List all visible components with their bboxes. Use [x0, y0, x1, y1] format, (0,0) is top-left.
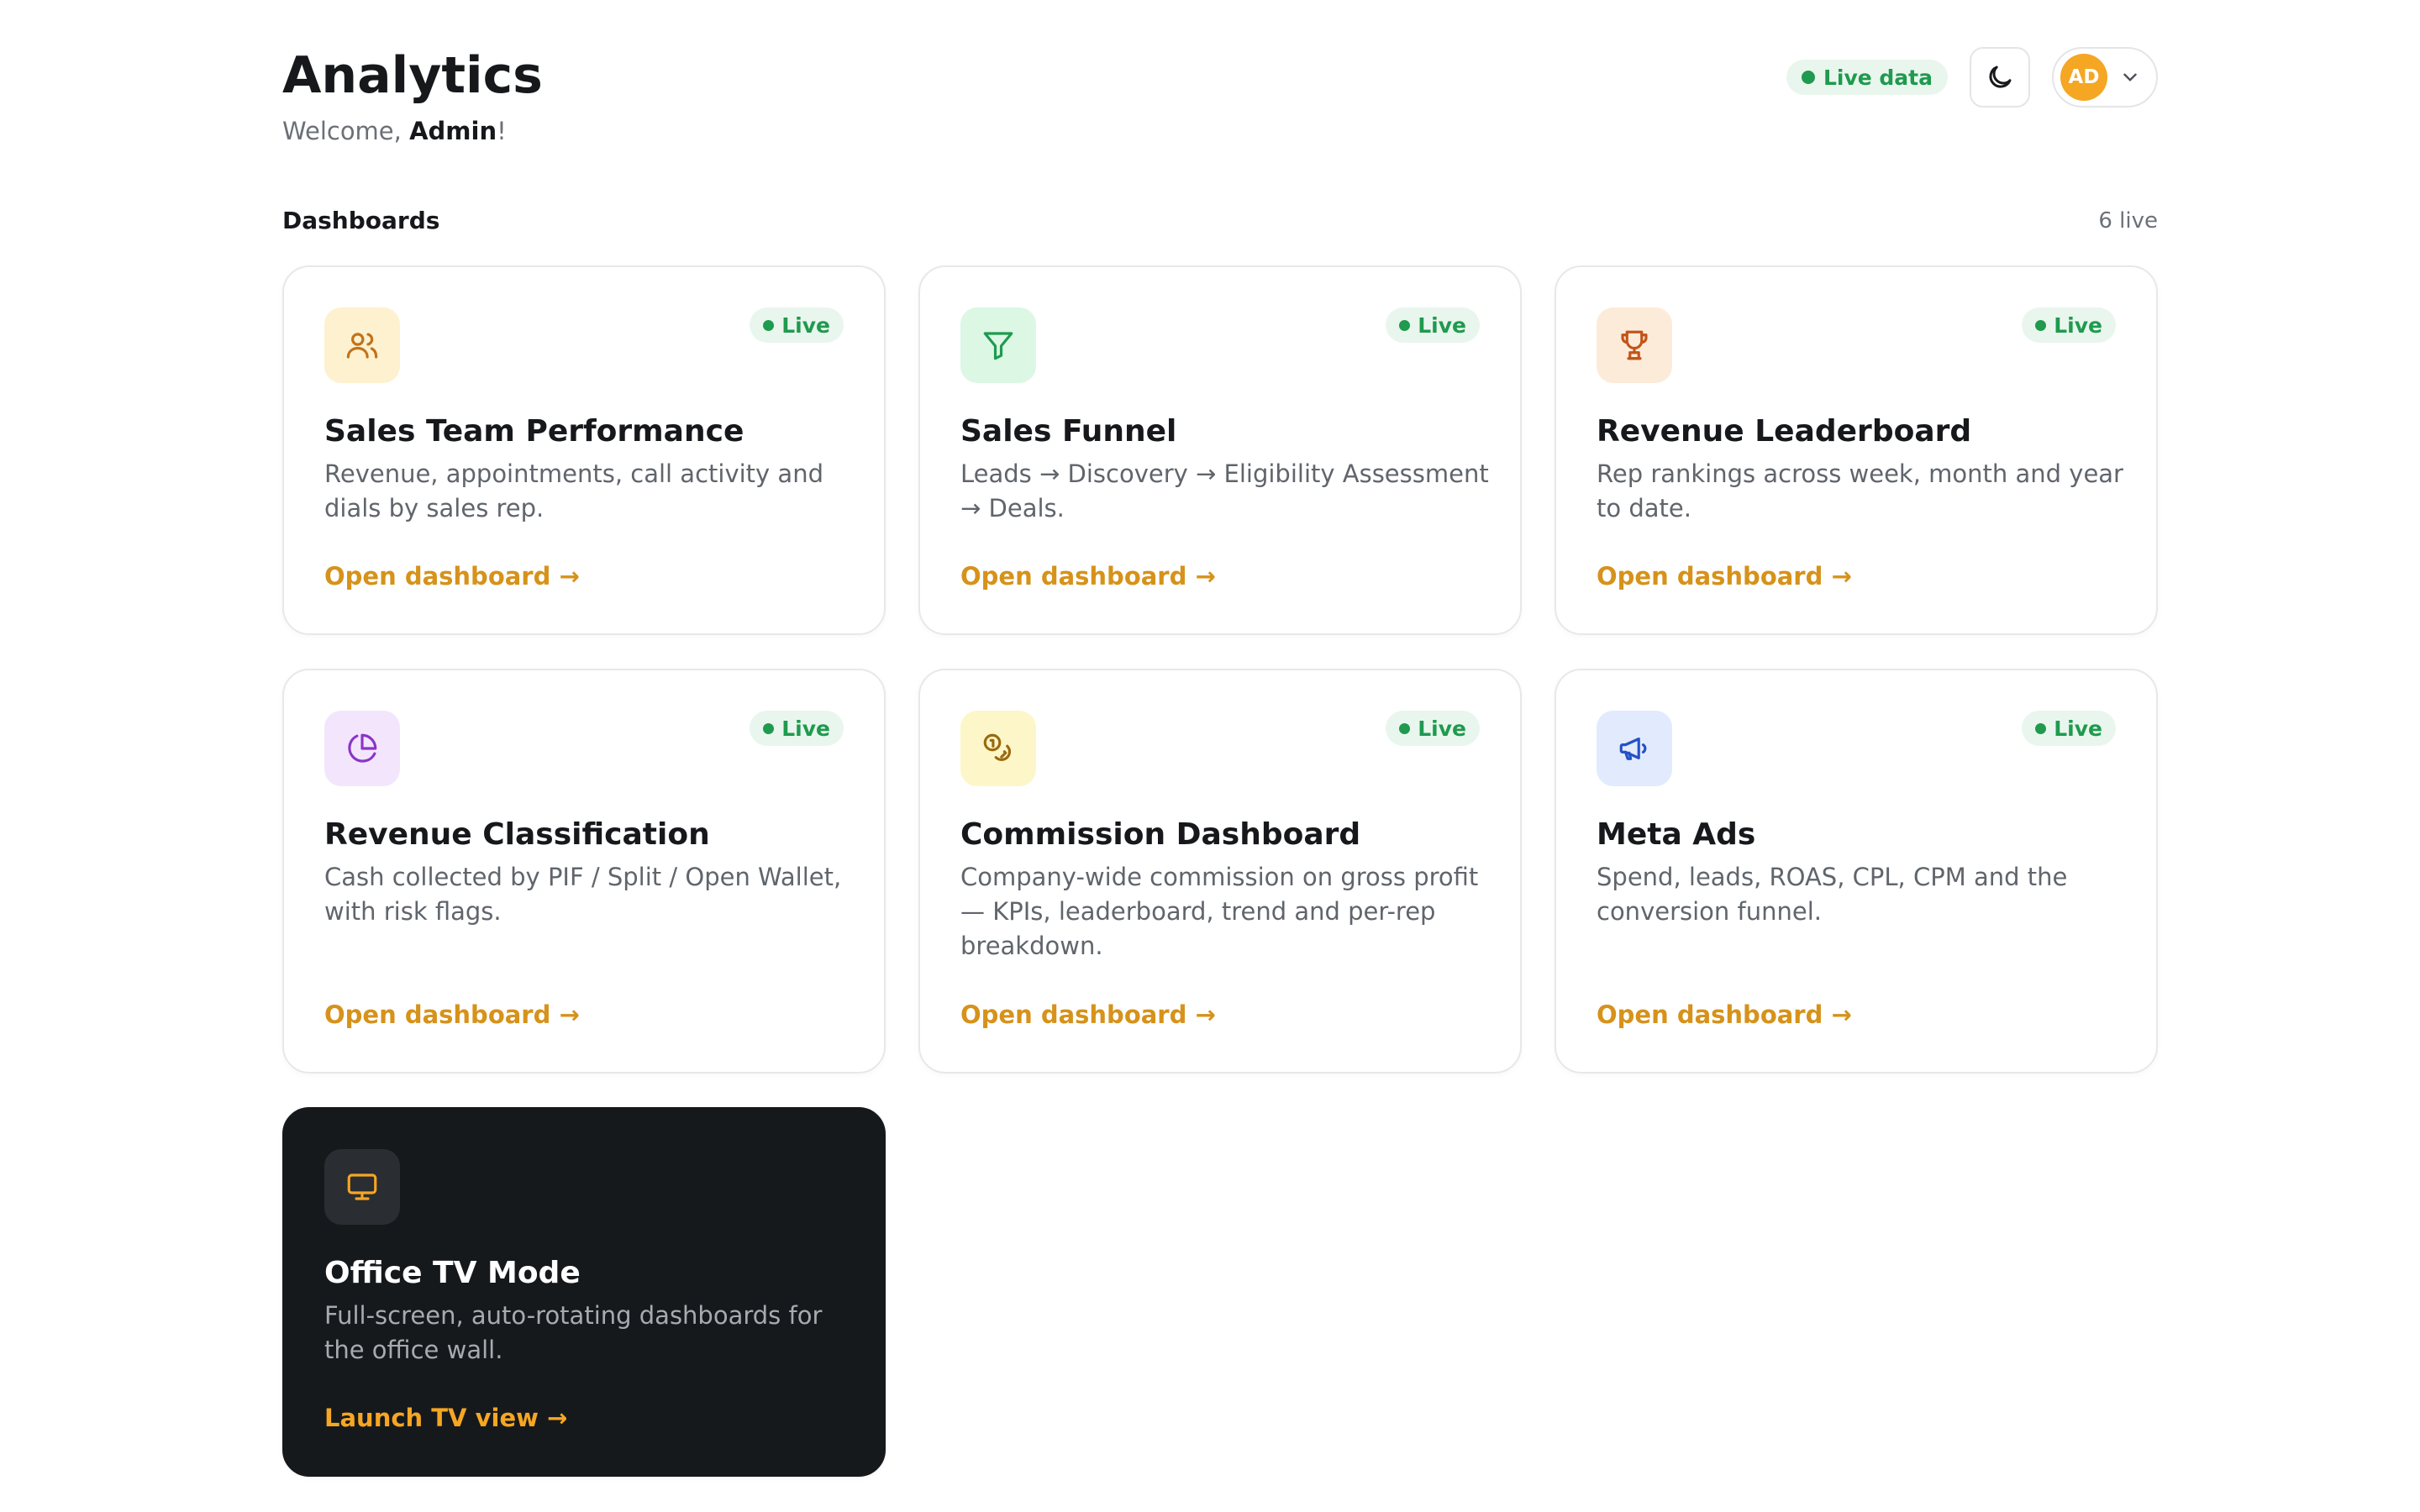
live-badge-label: Live [1418, 312, 1466, 338]
dashboard-card-revenue-leaderboard[interactable]: Live Revenue Leaderboard Rep rankings ac… [1555, 265, 2158, 635]
live-dot-icon [1801, 71, 1815, 84]
card-description: Spend, leads, ROAS, CPL, CPM and the con… [1597, 863, 2068, 926]
coins-icon [983, 733, 1012, 762]
live-badge: Live [2022, 307, 2116, 343]
card-icon-tile [960, 307, 1036, 383]
card-icon-tile [324, 1149, 400, 1225]
card-title: Meta Ads [1597, 817, 1756, 852]
page-title: Analytics [282, 46, 543, 105]
live-data-label: Live data [1823, 65, 1933, 90]
live-badge-label: Live [2054, 312, 2102, 338]
users-icon [346, 333, 378, 359]
live-badge: Live [2022, 711, 2116, 746]
welcome-prefix: Welcome, [282, 117, 410, 145]
header-actions: Live data AD [1786, 47, 2158, 108]
welcome-suffix: ! [497, 117, 507, 145]
card-description: Leads → Discovery → Eligibility Assessme… [960, 459, 1489, 522]
card-description: Cash collected by PIF / Split / Open Wal… [324, 863, 842, 926]
card-icon-tile [1597, 711, 1672, 786]
dashboard-card-meta-ads[interactable]: Live Meta Ads Spend, leads, ROAS, CPL, C… [1555, 669, 2158, 1074]
card-icon-tile [324, 307, 400, 383]
open-dashboard-link[interactable]: Open dashboard → [1597, 559, 1852, 593]
live-badge-label: Live [2054, 716, 2102, 741]
card-icon-tile [324, 711, 400, 786]
launch-tv-view-link[interactable]: Launch TV view → [324, 1401, 567, 1435]
live-badge-label: Live [781, 716, 830, 741]
dashboard-card-sales-funnel[interactable]: Live Sales Funnel Leads → Discovery → El… [918, 265, 1522, 635]
dashboards-section-header: Dashboards 6 live [282, 204, 2158, 238]
dashboard-card-commission-dashboard[interactable]: Live Commission Dashboard Company-wide c… [918, 669, 1522, 1074]
card-title: Office TV Mode [324, 1256, 581, 1290]
card-title: Commission Dashboard [960, 817, 1361, 852]
live-badge: Live [750, 711, 844, 746]
welcome-text: Welcome, Admin! [282, 114, 507, 148]
live-badge: Live [750, 307, 844, 343]
live-dot-icon [2035, 319, 2047, 331]
live-badge-label: Live [781, 312, 830, 338]
live-dot-icon [1399, 722, 1411, 734]
user-menu-button[interactable]: AD [2052, 47, 2158, 108]
card-description: Revenue, appointments, call activity and… [324, 459, 823, 522]
avatar: AD [2060, 54, 2107, 101]
main-container: Analytics Welcome, Admin! Live data AD D… [282, 0, 2158, 1477]
live-badge: Live [1386, 711, 1480, 746]
funnel-icon [983, 332, 1013, 360]
trophy-icon [1621, 330, 1648, 360]
card-title: Sales Funnel [960, 414, 1177, 449]
theme-toggle-button[interactable] [1970, 47, 2030, 108]
pie-chart-icon [348, 733, 377, 763]
welcome-user-name: Admin [409, 117, 497, 145]
card-title: Sales Team Performance [324, 414, 744, 449]
card-description: Rep rankings across week, month and year… [1597, 459, 2123, 522]
live-dot-icon [1399, 319, 1411, 331]
live-dot-icon [763, 722, 775, 734]
live-dot-icon [763, 319, 775, 331]
section-title: Dashboards [282, 207, 440, 234]
open-dashboard-link[interactable]: Open dashboard → [960, 559, 1216, 593]
monitor-icon [347, 1173, 377, 1200]
live-data-badge: Live data [1786, 60, 1948, 95]
card-icon-tile [1597, 307, 1672, 383]
page-header: Analytics Welcome, Admin! Live data AD [282, 0, 2158, 193]
analytics-page: Analytics Welcome, Admin! Live data AD D… [0, 0, 2420, 1512]
live-dot-icon [2035, 722, 2047, 734]
dashboard-card-revenue-classification[interactable]: Live Revenue Classification Cash collect… [282, 669, 886, 1074]
dashboard-card-sales-team-performance[interactable]: Live Sales Team Performance Revenue, app… [282, 265, 886, 635]
card-description: Full-screen, auto-rotating dashboards fo… [324, 1301, 823, 1364]
open-dashboard-link[interactable]: Open dashboard → [324, 998, 580, 1032]
open-dashboard-link[interactable]: Open dashboard → [960, 998, 1216, 1032]
dashboard-card-office-tv-mode[interactable]: Office TV Mode Full-screen, auto-rotatin… [282, 1107, 886, 1477]
chevron-down-icon [2123, 73, 2137, 81]
card-description: Company-wide commission on gross profit … [960, 863, 1479, 960]
card-icon-tile [960, 711, 1036, 786]
moon-icon [1989, 66, 2012, 88]
card-title: Revenue Classification [324, 817, 710, 852]
live-count: 6 live [2098, 208, 2158, 234]
card-title: Revenue Leaderboard [1597, 414, 1972, 449]
live-badge: Live [1386, 307, 1480, 343]
open-dashboard-link[interactable]: Open dashboard → [1597, 998, 1852, 1032]
live-badge-label: Live [1418, 716, 1466, 741]
open-dashboard-link[interactable]: Open dashboard → [324, 559, 580, 593]
megaphone-icon [1619, 738, 1647, 760]
